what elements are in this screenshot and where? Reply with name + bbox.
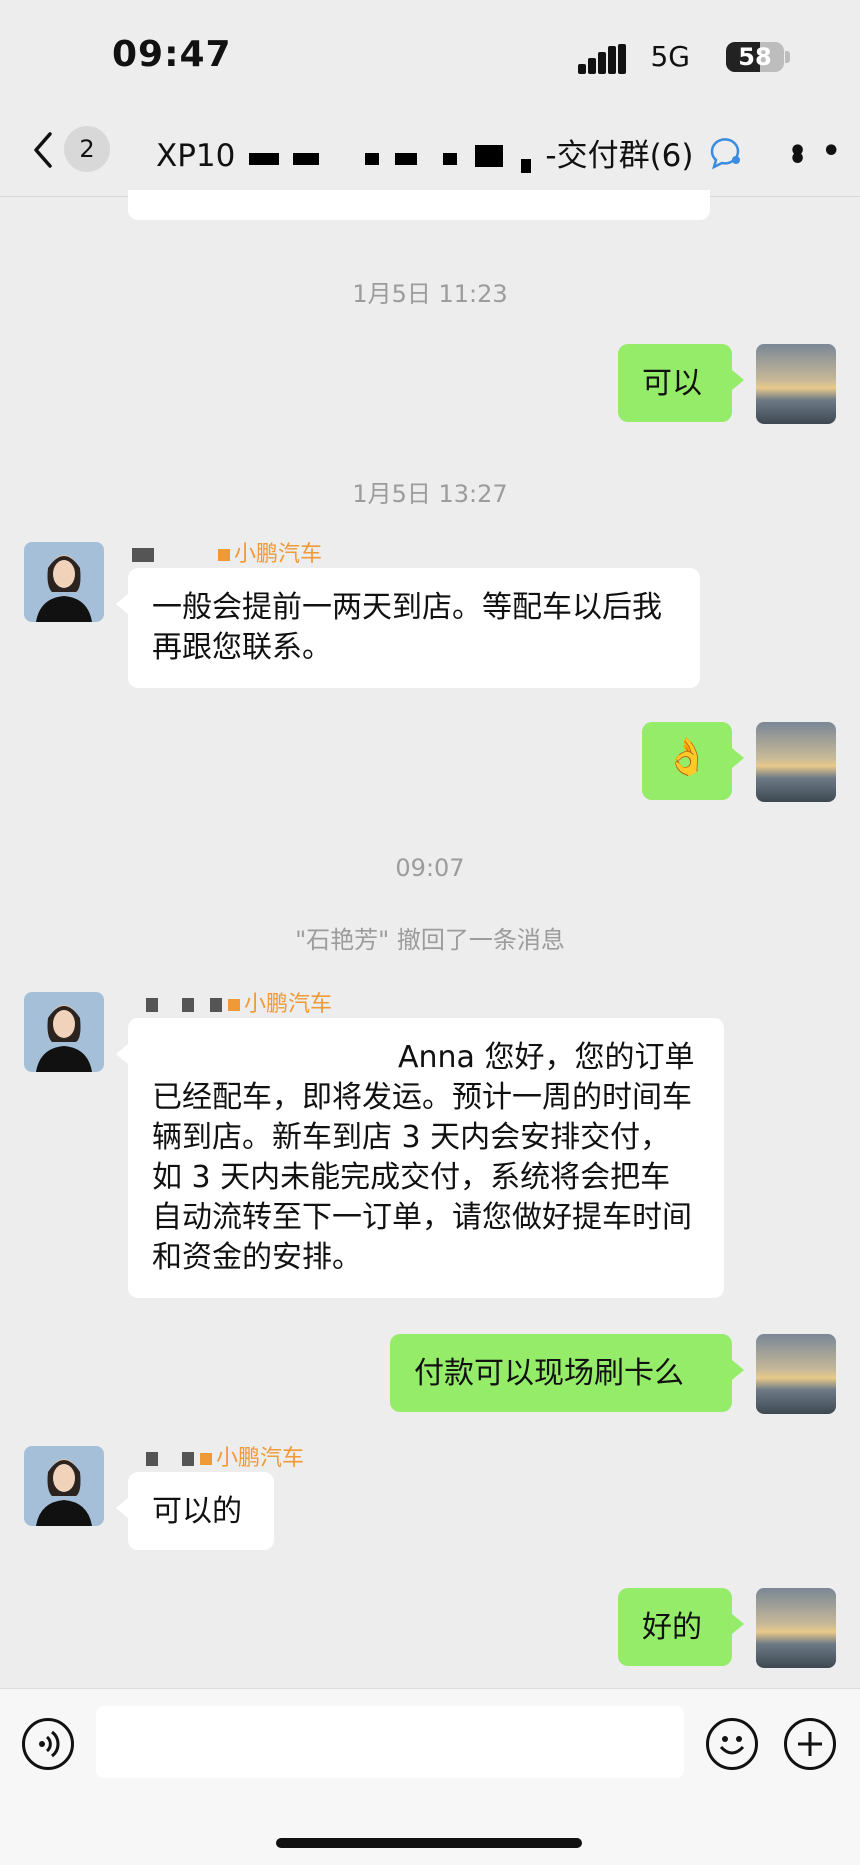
title-suffix: -交付群(6) [545,138,694,174]
network-type: 5G [650,40,690,73]
battery-tip [785,51,790,63]
my-avatar[interactable] [756,344,836,424]
back-chevron-icon [34,132,52,168]
sender-name: 小鹏汽车 [146,1440,304,1472]
my-avatar[interactable] [756,1334,836,1414]
sent-message[interactable]: 付款可以现场刷卡么 [390,1334,744,1412]
battery-level: 58 [738,43,772,71]
sender-avatar[interactable] [24,992,104,1072]
message-text: 您好，您的订单已经配车，即将发运。预计一周的时间车辆到店。新车到店 3 天内会安… [152,1040,695,1275]
unread-badge[interactable]: 2 [64,126,110,172]
chat-title[interactable]: XP10 -交付群(6) [156,130,694,175]
home-indicator [276,1838,582,1848]
my-avatar[interactable] [756,722,836,802]
voice-icon[interactable] [22,1718,74,1770]
sent-message[interactable]: 可以 [618,344,744,422]
received-message[interactable]: Anna 您好，您的订单已经配车，即将发运。预计一周的时间车辆到店。新车到店 3… [116,1018,724,1298]
emoji-icon[interactable] [706,1718,758,1770]
add-icon[interactable] [784,1718,836,1770]
message-input[interactable] [96,1706,684,1778]
timestamp: 1月5日 11:23 [352,280,508,308]
received-message[interactable]: 可以的 [116,1472,274,1550]
my-avatar[interactable] [756,1588,836,1668]
timestamp: 09:07 [395,854,465,882]
sent-emoji-message[interactable]: 👌 [642,722,744,800]
timestamp: 1月5日 13:27 [352,480,508,508]
received-message[interactable]: 一般会提前一两天到店。等配车以后我再跟您联系。 [116,568,700,688]
signal-icon [578,44,628,74]
sent-message[interactable]: 好的 [618,1588,744,1666]
sender-name: 小鹏汽车 [146,986,332,1018]
sender-avatar[interactable] [24,1446,104,1526]
battery-icon: 58 [726,42,784,72]
previous-message-bubble [128,190,710,220]
more-icon[interactable]: • • • [788,137,860,175]
sender-avatar[interactable] [24,542,104,622]
title-redaction [235,143,545,173]
group-chat-icon[interactable] [706,136,744,170]
back-button[interactable] [28,128,68,172]
addressee-name: Anna [398,1040,475,1075]
sender-name: 小鹏汽车 [132,536,322,568]
title-prefix: XP10 [156,138,236,174]
status-time: 09:47 [112,34,232,75]
recall-notice: "石艳芳" 撤回了一条消息 [295,926,565,954]
